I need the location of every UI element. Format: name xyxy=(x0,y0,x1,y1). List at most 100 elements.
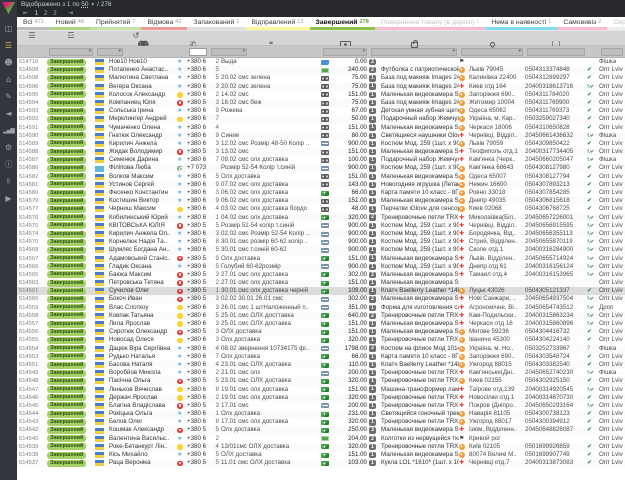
customers-icon[interactable]: ☻ xyxy=(4,58,12,67)
table-row[interactable]: 514586ЗавершенийФіліпова Люба+7 073Розмі… xyxy=(17,164,625,172)
table-row[interactable]: 514594ЗавершенийКомпаниец Юля+380 5318.0… xyxy=(17,99,625,107)
table-row[interactable]: 514560ЗавершенийБокоч Иван+380 5302.02 3… xyxy=(17,295,625,303)
table-row[interactable]: 514575ЗавершенийКВІТОВСЬКА ЮЛІЯ+380 55Ро… xyxy=(17,222,625,230)
table-row[interactable]: 514599ЗавершенийПотапенко Анастас..+380 … xyxy=(17,66,625,74)
table-row[interactable]: 514539ЗавершенийРоке-Бетанкурт Лін..+380… xyxy=(17,443,625,451)
first-page-icon[interactable]: ⇤ xyxy=(23,9,28,17)
tab-Завершений[interactable]: Завершений278 xyxy=(310,17,375,30)
tab-Прийнятий[interactable]: Прийнятий7 xyxy=(90,17,142,30)
table-row[interactable]: 514546ЗавершенийДержач Ярослав+380 6219.… xyxy=(17,394,625,402)
table-row[interactable]: 514595ЗавершенийКолосок Александр+380 62… xyxy=(17,91,625,99)
table-row[interactable]: 514559ЗавершенийВлас Слоткоу+380 6326.01… xyxy=(17,304,625,312)
table-row[interactable]: 514582ЗавершенийВолков Максим+380 65Олх … xyxy=(17,173,625,181)
tasks-icon[interactable]: ✎ xyxy=(5,92,12,101)
source-filter[interactable] xyxy=(97,48,123,56)
phone-filter-input[interactable] xyxy=(189,48,207,56)
tab-Повернення товару (в дорозі)[interactable]: Повернення товару (в дорозі)0 xyxy=(375,17,486,30)
table-row[interactable]: 514570ЗавершенийКорнелюк Надія Та..+380 … xyxy=(17,238,625,246)
table-row[interactable]: 514566ЗавершенийГладик Оксана+380 65Голу… xyxy=(17,263,625,271)
table-row[interactable]: 514581ЗавершенийУстинов Сергей+380 6907.… xyxy=(17,181,625,189)
city-filter[interactable] xyxy=(461,48,523,56)
tab-Відправлений[interactable]: Відправлений12 xyxy=(245,17,309,30)
table-row[interactable]: 514554ЗавершенийДацюк Віра Сергіївна+380… xyxy=(17,345,625,353)
source-column-icon[interactable]: ↺ xyxy=(95,31,177,40)
table-row[interactable]: 514545ЗавершенийБлагіна Владіслава+380 5… xyxy=(17,402,625,410)
table-row[interactable]: 514598ЗавершенийМалютина Светлана+380 65… xyxy=(17,74,625,82)
price-type: Опт Lviv xyxy=(599,222,625,230)
table-row[interactable]: 514596ЗавершенийВегера Оксана+380 6320.0… xyxy=(17,83,625,91)
table-row[interactable]: 514549ЗавершенийВоробйов Микола+380 6221… xyxy=(17,369,625,377)
table-row[interactable]: 514567ЗавершенийАдамовський Станіс..+380… xyxy=(17,255,625,263)
info-icon[interactable]: ⓘ xyxy=(5,160,13,169)
tab-Запакований[interactable]: Запакований1 xyxy=(187,17,245,30)
table-row[interactable]: 514558ЗавершенийКовпак Татьяна+380 6525.… xyxy=(17,312,625,320)
table-row[interactable]: 514544ЗавершенийРокіцька Ольга+380 61Олх… xyxy=(17,410,625,418)
per-page-dropdown[interactable]: 50 xyxy=(81,1,88,8)
table-row[interactable]: 514591ЗавершенийЧумаченко Олена+380 6415… xyxy=(17,124,625,132)
table-row[interactable]: 514537ЗавершенийРаца Вероніка+380 5511.0… xyxy=(17,459,625,467)
table-row[interactable]: 514551ЗавершенийБасова Наталя+380 6423.0… xyxy=(17,361,625,369)
order-comment: 06.02 смс олх доставка xyxy=(221,197,321,205)
country-flag xyxy=(95,247,109,253)
order-id-column-icon[interactable]: ☰ xyxy=(17,31,47,40)
tab-Самовивіз[interactable]: Самовивіз2 xyxy=(557,17,607,30)
table-row[interactable]: 514553ЗавершенийРудько Наталья+380 67Олх… xyxy=(17,353,625,361)
table-row[interactable]: 514593ЗавершенийСольська Ірина+380 69Рож… xyxy=(17,107,625,115)
order-amount: 302.00 xyxy=(333,271,369,279)
table-row[interactable]: 514547ЗавершенийЛиньков Вячеслав+380 681… xyxy=(17,386,625,394)
page-2[interactable]: 2 xyxy=(44,9,48,17)
table-row[interactable]: 514589ЗавершенийКирилич Анжела+380 6312.… xyxy=(17,140,625,148)
check-icon: ✔ xyxy=(587,353,591,361)
product-filter[interactable] xyxy=(371,48,457,56)
comment-filter[interactable] xyxy=(211,48,247,56)
payment-filter[interactable] xyxy=(323,48,367,56)
table-row[interactable]: 514557ЗавершенийЛила Ярослав+380 6325.01… xyxy=(17,320,625,328)
table-row[interactable]: 514542ЗавершенийКошмак Александр+380 55О… xyxy=(17,426,625,434)
table-row[interactable]: 514555ЗавершенийНовосад Олеся+380 63Олх … xyxy=(17,336,625,344)
order-comment: 23.01 смс ОЛХ доставка xyxy=(221,361,321,369)
price-type-filter-input[interactable] xyxy=(601,48,623,56)
tab-Нема в наявності[interactable]: Нема в наявності1 xyxy=(485,17,557,30)
status-filter[interactable] xyxy=(49,48,93,56)
kyivstar-icon xyxy=(177,140,182,148)
table-row[interactable]: 514579ЗавершенийКостишин Виктор+380 6906… xyxy=(17,197,625,205)
statistics-icon[interactable]: ▂▄▆ xyxy=(3,126,14,135)
table-row[interactable]: 514592ЗавершенийМерклингер Андрей+380 67… xyxy=(17,115,625,123)
table-row[interactable]: 514580ЗавершенийФесенко Константин+380 6… xyxy=(17,189,625,197)
payment-method xyxy=(321,461,333,466)
table-row[interactable]: 514543ЗавершенийБелов Олег+380 6817.01 с… xyxy=(17,418,625,426)
tab-Всі[interactable]: Всі471 xyxy=(17,17,50,30)
tab-Сервіси[interactable]: Сервіси0 xyxy=(607,17,625,30)
app-logo-icon[interactable] xyxy=(2,2,15,14)
table-row[interactable]: 514556ЗавершенийСиротюк Олександр+380 53… xyxy=(17,328,625,336)
video-help-icon[interactable]: ▶ xyxy=(5,194,11,203)
table-row[interactable]: 514588ЗавершенийЖидак Володимир+380 5313… xyxy=(17,148,625,156)
table-row[interactable]: 514716ЗавершенийНов10 Нов10+380 62Выда0.… xyxy=(17,58,625,66)
table-row[interactable]: 514574ЗавершенийКирилич Анжела Ол..+380 … xyxy=(17,230,625,238)
table-row[interactable]: 514563ЗавершенийПетровська Тетяна+380 52… xyxy=(17,279,625,287)
announcements-icon[interactable]: ◄ xyxy=(5,109,11,118)
support-icon[interactable]: ✌ xyxy=(5,177,12,186)
table-row[interactable]: 514587ЗавершенийСеменюк Дарина+380 6709.… xyxy=(17,156,625,164)
customer-phone: +380 6 xyxy=(187,58,209,66)
table-row[interactable]: 514576ЗавершенийКобилинський Юрий+380 61… xyxy=(17,214,625,222)
table-row[interactable]: 514538ЗавершенийКісь Михайло+380 65ОЛХ д… xyxy=(17,451,625,459)
table-row[interactable]: 514548ЗавершенийПасічна Ольга+380 5523.0… xyxy=(17,377,625,385)
table-row[interactable]: 514540ЗавершенийВалентина Васильє..+380 … xyxy=(17,435,625,443)
page-3[interactable]: 3 xyxy=(53,9,57,17)
page-1[interactable]: 1 xyxy=(34,9,38,17)
status-column-icon[interactable]: ☲ xyxy=(47,31,95,40)
orders-list-icon[interactable]: ☰ xyxy=(5,41,12,50)
table-row[interactable]: 514577ЗавершенийЧерниш Максим+380 6403.0… xyxy=(17,205,625,213)
table-row[interactable]: 514568ЗавершенийШумляс Богдана Ан..+380 … xyxy=(17,246,625,254)
last-page-icon[interactable]: ⇥ xyxy=(68,9,73,17)
tab-Новий[interactable]: Новий48 xyxy=(50,17,90,30)
dashboard-icon[interactable]: ◫ xyxy=(5,24,13,33)
table-row[interactable]: 514590ЗавершенийГнатюк Олександр+380 69С… xyxy=(17,132,625,140)
tab-Відмова[interactable]: Відмова42 xyxy=(141,17,187,30)
table-row[interactable]: 514565ЗавершенийБаюка Максим+380 5327.01… xyxy=(17,271,625,279)
tracking-filter-input[interactable] xyxy=(527,48,585,56)
settings-icon[interactable]: ⚙ xyxy=(5,143,12,152)
table-row[interactable]: 514561ЗавершенийСучилов Олег+380 5130.01… xyxy=(17,287,625,295)
finance-icon[interactable]: ⌂ xyxy=(6,75,11,84)
